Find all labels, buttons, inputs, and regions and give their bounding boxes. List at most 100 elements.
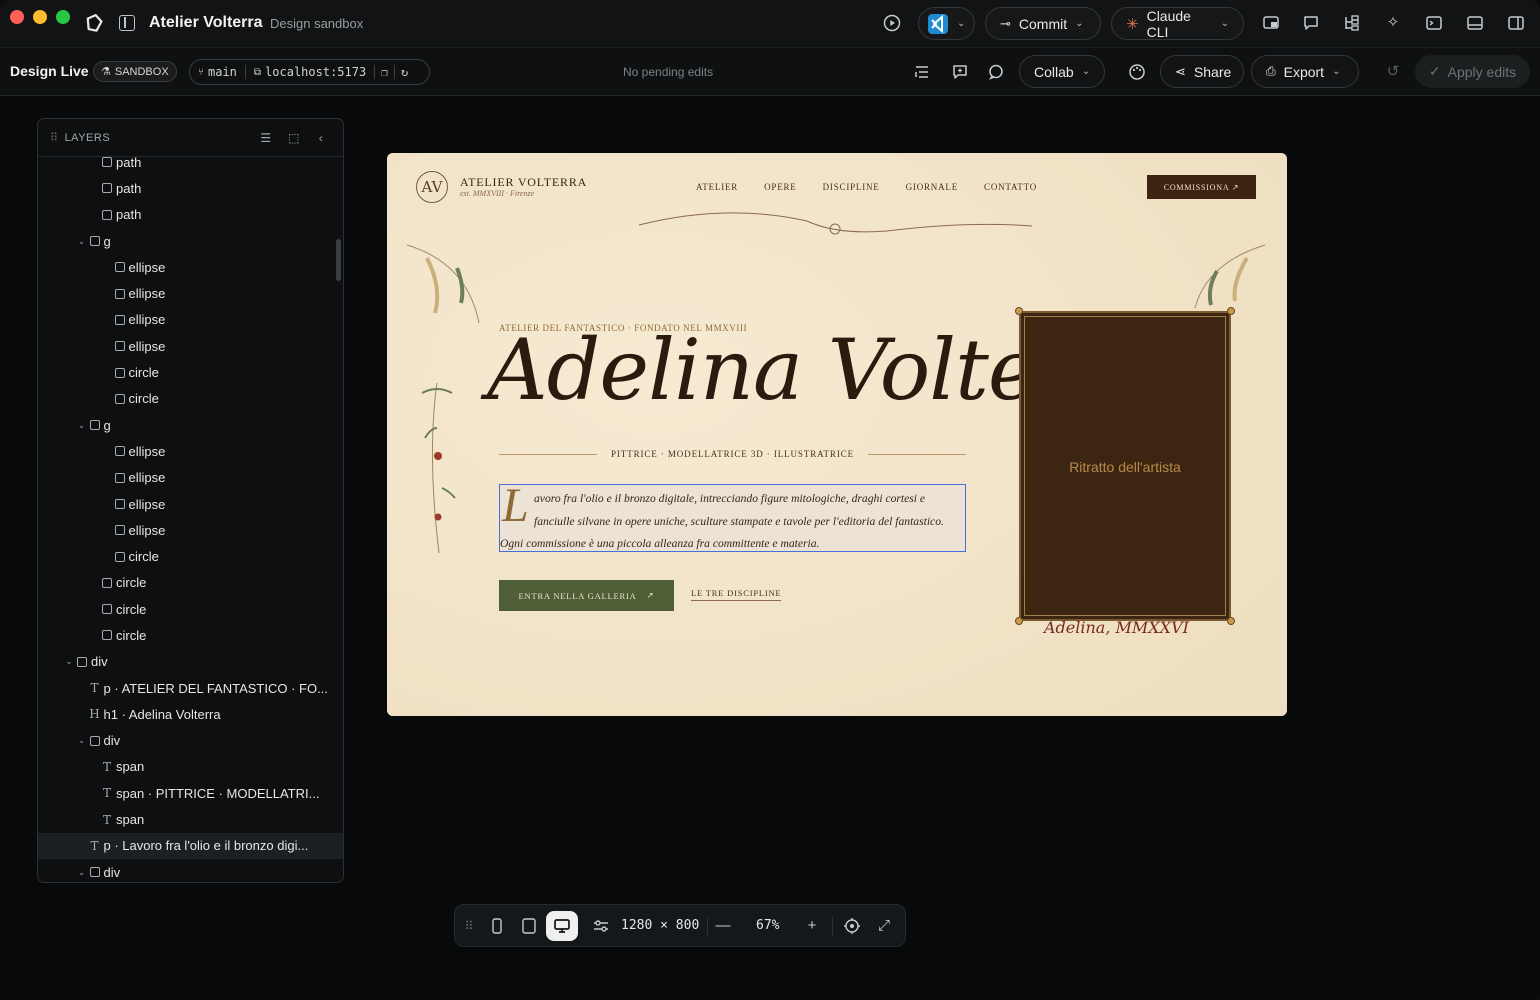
comments-icon[interactable]	[987, 63, 1005, 81]
comment-add-icon[interactable]	[951, 63, 969, 81]
hero-paragraph-selected[interactable]: L avoro fra l'olio e il bronzo digitale,…	[499, 481, 966, 552]
layer-row[interactable]: ellipse	[38, 438, 343, 464]
layer-row[interactable]: ellipse	[38, 307, 343, 333]
sidebar-toggle-icon[interactable]	[119, 15, 135, 31]
preview-window-icon[interactable]	[1262, 14, 1280, 32]
layer-row[interactable]: ⌄ div	[38, 649, 343, 675]
disciplines-link[interactable]: LE TRE DISCIPLINE	[691, 588, 782, 601]
collab-button[interactable]: Collab ⌄	[1019, 55, 1105, 88]
apply-edits-button[interactable]: ✓ Apply edits	[1415, 55, 1530, 88]
layer-row[interactable]: Tp · Lavoro fra l'olio e il bronzo digi.…	[38, 832, 343, 860]
chevron-down-icon[interactable]: ⌄	[76, 236, 88, 247]
layer-row[interactable]: ellipse	[38, 517, 343, 543]
layer-row[interactable]: circle	[38, 622, 343, 648]
layer-row[interactable]: ⌄ g	[38, 412, 343, 438]
commit-button[interactable]: ⊸ Commit ⌄	[985, 7, 1101, 40]
tree-icon[interactable]	[1343, 14, 1361, 32]
fullscreen-icon[interactable]: ⤢	[875, 917, 893, 935]
nav-item-giornale[interactable]: GIORNALE	[906, 182, 958, 192]
editor-select-button[interactable]: ⌄	[918, 7, 975, 40]
resize-handle[interactable]	[1227, 307, 1235, 315]
layer-row[interactable]: Hh1 · Adelina Volterra	[38, 701, 343, 727]
nav-item-contatto[interactable]: CONTATTO	[984, 182, 1037, 192]
layer-row[interactable]: circle	[38, 570, 343, 596]
layer-row[interactable]: circle	[38, 596, 343, 622]
layer-row[interactable]: circle	[38, 543, 343, 569]
layers-scrollbar[interactable]	[336, 239, 341, 281]
nav-item-atelier[interactable]: ATELIER	[696, 182, 738, 192]
layer-row[interactable]: path	[38, 175, 343, 201]
share-label: Share	[1193, 63, 1232, 80]
tablet-device-icon[interactable]	[520, 917, 538, 935]
list-view-icon[interactable]: ☰	[259, 131, 273, 145]
commit-icon: ⊸	[1000, 15, 1011, 31]
resize-handle[interactable]	[1015, 617, 1023, 625]
mobile-device-icon[interactable]	[488, 917, 506, 935]
sliders-icon[interactable]	[592, 917, 610, 935]
outline-icon[interactable]	[913, 63, 931, 81]
close-window-button[interactable]	[10, 10, 24, 24]
play-icon[interactable]	[883, 14, 901, 32]
layer-row[interactable]: ellipse	[38, 491, 343, 517]
element-icon	[114, 499, 125, 509]
zoom-window-button[interactable]	[56, 10, 70, 24]
bottom-panel-icon[interactable]	[1466, 14, 1484, 32]
viewport-dimensions[interactable]: 1280 × 800	[621, 918, 699, 933]
site-brand[interactable]: ATELIER VOLTERRA	[460, 175, 587, 190]
zoom-level[interactable]: 67%	[756, 918, 779, 933]
right-panel-icon[interactable]	[1507, 14, 1525, 32]
element-icon	[102, 157, 112, 168]
layer-row[interactable]: Tp · ATELIER DEL FANTASTICO · FO...	[38, 675, 343, 701]
claude-cli-button[interactable]: ✳ Claude CLI ⌄	[1111, 7, 1244, 40]
chevron-down-icon[interactable]: ⌄	[63, 656, 75, 667]
layer-row[interactable]: path	[38, 149, 343, 175]
select-layer-icon[interactable]: ⬚	[287, 131, 301, 145]
resize-handle[interactable]	[1227, 617, 1235, 625]
layer-row[interactable]: circle	[38, 359, 343, 385]
site-logo[interactable]: AV	[416, 171, 448, 203]
branch-selector[interactable]: ⑂ main	[190, 60, 245, 84]
sparkle-icon[interactable]: ✧	[1384, 14, 1402, 32]
layer-row[interactable]: ⌄ g	[38, 228, 343, 254]
nav-item-opere[interactable]: OPERE	[764, 182, 797, 192]
zoom-out-icon[interactable]: —	[714, 917, 732, 935]
hero-role[interactable]: PITTRICE · MODELLATRICE 3D · ILLUSTRATRI…	[499, 449, 967, 459]
chevron-down-icon[interactable]: ⌄	[76, 420, 88, 431]
drag-handle-icon[interactable]: ⠿	[460, 917, 478, 935]
terminal-icon[interactable]	[1425, 14, 1443, 32]
layer-row[interactable]: ⌄ div	[38, 728, 343, 754]
url-link[interactable]: ⧉ localhost:5173	[246, 60, 374, 84]
gallery-cta-button[interactable]: ENTRA NELLA GALLERIA ↗	[499, 580, 674, 611]
layer-row[interactable]: circle	[38, 386, 343, 412]
undo-icon[interactable]: ↺	[1384, 63, 1402, 81]
commission-button[interactable]: COMMISSIONA ↗	[1147, 175, 1256, 199]
drag-handle-icon[interactable]: ⠿	[50, 131, 59, 144]
layer-row[interactable]: ellipse	[38, 465, 343, 491]
layer-row[interactable]: ⌄ div	[38, 859, 343, 882]
nav-item-discipline[interactable]: DISCIPLINE	[823, 182, 880, 192]
layer-row[interactable]: ellipse	[38, 280, 343, 306]
chevron-down-icon[interactable]: ⌄	[76, 867, 88, 878]
layer-label: circle	[128, 365, 159, 381]
layer-row[interactable]: Tspan	[38, 806, 343, 832]
resize-handle[interactable]	[1015, 307, 1023, 315]
palette-icon[interactable]	[1128, 63, 1146, 81]
zoom-in-icon[interactable]: +	[803, 917, 821, 935]
export-button[interactable]: ⎙ Export ⌄	[1251, 55, 1359, 88]
share-button[interactable]: ⋖ Share	[1160, 55, 1244, 88]
layer-row[interactable]: path	[38, 202, 343, 228]
artist-portrait[interactable]: Ritratto dell'artista	[1015, 307, 1235, 625]
layer-row[interactable]: ellipse	[38, 333, 343, 359]
copy-url-button[interactable]: ❐	[375, 60, 394, 84]
locate-icon[interactable]	[843, 917, 861, 935]
reload-button[interactable]: ↻	[395, 60, 414, 84]
chevron-down-icon[interactable]: ⌄	[76, 735, 88, 746]
layer-row[interactable]: Tspan · PITTRICE · MODELLATRI...	[38, 780, 343, 806]
chat-icon[interactable]	[1302, 14, 1320, 32]
element-icon	[114, 341, 125, 352]
layer-row[interactable]: Tspan	[38, 754, 343, 780]
collapse-panel-icon[interactable]: ‹	[314, 131, 328, 145]
minimize-window-button[interactable]	[33, 10, 47, 24]
layer-row[interactable]: ellipse	[38, 254, 343, 280]
design-canvas[interactable]: AV ATELIER VOLTERRA est. MMXVIII · Firen…	[387, 153, 1287, 716]
